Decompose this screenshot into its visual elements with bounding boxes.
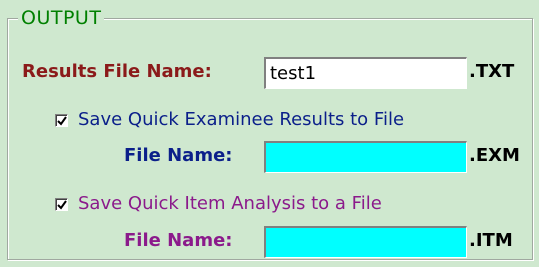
item-analysis-checkbox-label: Save Quick Item Analysis to a File [78,193,382,214]
save-item-analysis-checkbox[interactable]: Save Quick Item Analysis to a File [55,192,382,216]
results-extension: .TXT [469,61,515,82]
examinee-file-name-label: File Name: [124,145,233,166]
results-file-name-label: Results File Name: [22,61,212,82]
output-groupbox [7,18,533,260]
item-analysis-file-name-input[interactable] [264,226,467,258]
checkmark-icon [57,115,67,126]
save-examinee-results-checkbox[interactable]: Save Quick Examinee Results to File [55,108,404,132]
output-group-title: OUTPUT [18,6,105,30]
examinee-extension: .EXM [469,145,520,166]
results-file-name-input[interactable] [264,57,467,89]
examinee-checkbox-label: Save Quick Examinee Results to File [78,109,405,130]
examinee-checkbox-box[interactable] [55,113,68,127]
checkmark-icon [57,199,67,210]
item-analysis-file-name-label: File Name: [124,230,233,251]
examinee-file-name-input[interactable] [264,141,467,173]
item-analysis-checkbox-box[interactable] [55,197,68,211]
item-analysis-extension: .ITM [469,230,513,251]
